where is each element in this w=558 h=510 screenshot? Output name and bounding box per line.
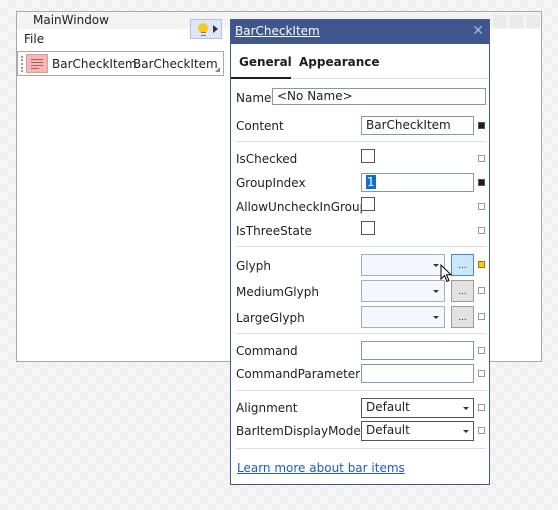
bar-item-display-mode-row: BarItemDisplayMode Default (231, 421, 489, 441)
large-glyph-row: LargeGlyph ... (231, 306, 489, 328)
bar-item-display-mode-label: BarItemDisplayMode (236, 424, 361, 438)
panel-tabs: General Appearance (231, 44, 489, 79)
active-tab-indicator (231, 77, 291, 79)
property-marker[interactable] (478, 404, 485, 411)
maximize-button[interactable] (510, 15, 523, 28)
name-row: Name <No Name> (231, 88, 489, 108)
command-parameter-label: CommandParameter (236, 367, 361, 381)
separator (236, 333, 486, 334)
smart-tag-button[interactable] (190, 19, 222, 39)
group-index-input[interactable]: 1 (361, 173, 474, 192)
medium-glyph-combo[interactable] (361, 280, 445, 302)
command-row: Command (231, 341, 489, 361)
group-index-row: GroupIndex 1 (231, 173, 489, 193)
property-marker[interactable] (478, 287, 485, 294)
window-close-button[interactable] (527, 15, 540, 28)
large-glyph-label: LargeGlyph (236, 311, 305, 325)
tab-general[interactable]: General (239, 55, 292, 69)
menu-file[interactable]: File (24, 32, 44, 46)
property-marker[interactable] (478, 313, 485, 320)
content-row: Content BarCheckItem (231, 116, 489, 136)
is-three-state-label: IsThreeState (236, 224, 312, 238)
is-checked-row: IsChecked (231, 149, 489, 169)
content-label: Content (236, 119, 284, 133)
is-three-state-row: IsThreeState (231, 221, 489, 241)
alignment-dropdown[interactable]: Default (361, 398, 474, 418)
group-index-label: GroupIndex (236, 176, 306, 190)
property-marker[interactable] (478, 347, 485, 354)
learn-more-link[interactable]: Learn more about bar items (237, 461, 405, 475)
glyph-label: Glyph (236, 259, 271, 273)
selected-text: 1 (366, 175, 376, 189)
is-three-state-checkbox[interactable] (361, 221, 375, 235)
large-glyph-combo[interactable] (361, 306, 445, 328)
panel-title-link[interactable]: BarCheckItem (235, 24, 320, 38)
alignment-label: Alignment (236, 401, 298, 415)
bar-item-display-mode-value: Default (366, 423, 410, 437)
dropdown-arrow-icon (463, 430, 469, 433)
command-parameter-row: CommandParameter (231, 364, 489, 384)
allow-uncheck-label: AllowUncheckInGroup (236, 200, 368, 214)
is-checked-label: IsChecked (236, 152, 298, 166)
close-icon[interactable]: ✕ (472, 23, 484, 39)
name-input[interactable]: <No Name> (272, 88, 486, 105)
is-checked-checkbox[interactable] (361, 149, 375, 163)
name-label: Name (236, 91, 272, 105)
large-glyph-browse-button[interactable]: ... (451, 306, 474, 328)
dropdown-arrow-icon (433, 316, 439, 319)
mouse-cursor-icon (440, 264, 453, 283)
command-parameter-input[interactable] (361, 364, 474, 383)
property-marker[interactable] (478, 203, 485, 210)
glyph-browse-button[interactable]: ... (451, 254, 474, 276)
alignment-row: Alignment Default (231, 398, 489, 418)
separator (236, 448, 486, 449)
medium-glyph-browse-button[interactable]: ... (451, 280, 474, 302)
toolbar-overflow-icon[interactable] (215, 67, 220, 72)
separator (236, 246, 486, 247)
allow-uncheck-row: AllowUncheckInGroup (231, 197, 489, 217)
main-window-title: MainWindow (33, 13, 109, 27)
dropdown-arrow-icon (433, 290, 439, 293)
medium-glyph-label: MediumGlyph (236, 285, 319, 299)
check-item-icon (31, 59, 43, 69)
dropdown-arrow-icon (463, 407, 469, 410)
alignment-value: Default (366, 400, 410, 414)
toolbar-grip[interactable] (21, 56, 23, 72)
allow-uncheck-checkbox[interactable] (361, 197, 375, 211)
property-marker[interactable] (478, 427, 485, 434)
toolbar-item-label[interactable]: BarCheckItem (52, 57, 137, 71)
minimize-button[interactable] (493, 15, 506, 28)
separator (236, 390, 486, 391)
property-marker[interactable] (478, 179, 485, 186)
triangle-right-icon (213, 25, 218, 33)
separator (236, 141, 486, 142)
panel-header: BarCheckItem ✕ (231, 20, 489, 44)
property-marker[interactable] (478, 122, 485, 129)
smart-tag-panel: BarCheckItem ✕ General Appearance Name <… (230, 19, 490, 485)
glyph-combo[interactable] (361, 254, 445, 276)
property-marker[interactable] (478, 155, 485, 162)
property-marker[interactable] (478, 227, 485, 234)
property-marker[interactable] (478, 370, 485, 377)
tab-appearance[interactable]: Appearance (299, 55, 380, 69)
command-label: Command (236, 344, 298, 358)
property-marker[interactable] (478, 261, 485, 268)
toolbar-item-label[interactable]: BarCheckItem (133, 57, 218, 71)
command-input[interactable] (361, 341, 474, 360)
content-input[interactable]: BarCheckItem (361, 116, 474, 135)
bar-item-display-mode-dropdown[interactable]: Default (361, 421, 474, 441)
bar-check-item-button[interactable] (26, 54, 48, 73)
dropdown-arrow-icon (433, 264, 439, 267)
toolbar: BarCheckItem BarCheckItem (17, 51, 224, 76)
